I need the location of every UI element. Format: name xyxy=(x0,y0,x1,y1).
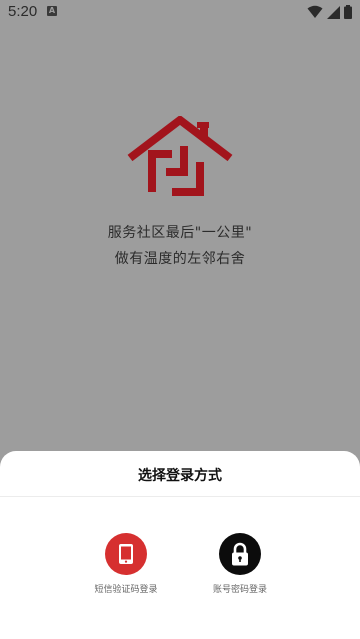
login-method-sheet: 选择登录方式 短信验证码登录 账号密码登录 xyxy=(0,451,360,639)
status-time: 5:20 xyxy=(8,3,38,20)
a-notification-icon: A xyxy=(47,6,57,16)
battery-icon xyxy=(344,5,352,19)
signal-icon xyxy=(327,5,340,19)
password-login-option[interactable]: 账号密码登录 xyxy=(180,533,300,595)
lock-icon xyxy=(232,542,248,566)
sms-login-label: 短信验证码登录 xyxy=(94,585,158,595)
sms-login-option[interactable]: 短信验证码登录 xyxy=(66,533,186,595)
status-indicators xyxy=(307,4,352,20)
password-login-button[interactable] xyxy=(219,533,261,575)
status-bar: 5:20 A xyxy=(0,0,360,24)
slogan-line-1: 服务社区最后"一公里" xyxy=(107,225,253,241)
sms-login-button[interactable] xyxy=(105,533,147,575)
phone-icon xyxy=(119,544,133,564)
wifi-icon xyxy=(307,5,323,18)
sheet-title: 选择登录方式 xyxy=(138,468,222,484)
password-login-label: 账号密码登录 xyxy=(212,585,267,595)
sheet-divider xyxy=(0,496,360,497)
house-logo-icon xyxy=(127,116,233,196)
slogan-line-2: 做有温度的左邻右舍 xyxy=(114,251,246,267)
